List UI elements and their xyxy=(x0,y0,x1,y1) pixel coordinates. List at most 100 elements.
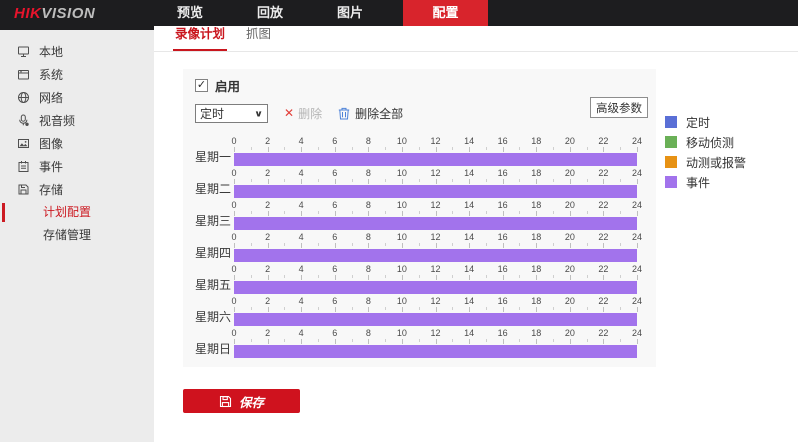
nav-item-4[interactable]: 配置 xyxy=(403,0,488,26)
schedule-row: 星期五024681012141618202224 xyxy=(195,263,648,294)
sidebar-item-2[interactable]: 系统 xyxy=(0,63,154,86)
hour-tick-label: 6 xyxy=(332,200,337,210)
tick xyxy=(419,179,420,182)
hour-tick-label: 10 xyxy=(397,328,407,338)
tick xyxy=(402,243,403,248)
hour-tick-label: 10 xyxy=(397,232,407,242)
save-button[interactable]: 保存 xyxy=(183,389,300,413)
day-label: 星期三 xyxy=(195,199,234,230)
sidebar-item-7[interactable]: 存储 xyxy=(0,178,154,201)
tick-marks xyxy=(234,179,637,184)
tick xyxy=(486,211,487,214)
tick xyxy=(570,147,571,152)
schedule-bar-track[interactable] xyxy=(234,313,637,326)
tick xyxy=(268,307,269,312)
tick xyxy=(402,339,403,344)
hour-tick-label: 20 xyxy=(565,168,575,178)
schedule-bar-track[interactable] xyxy=(234,185,637,198)
sidebar-item-1[interactable]: 本地 xyxy=(0,40,154,63)
schedule-bar-track[interactable] xyxy=(234,281,637,294)
hour-tick-label: 18 xyxy=(531,200,541,210)
hour-tick-label: 16 xyxy=(498,168,508,178)
tick xyxy=(352,179,353,182)
nav-item-3[interactable]: 图片 xyxy=(310,0,390,26)
schedule-segment[interactable] xyxy=(234,153,637,166)
delete-all-button[interactable]: 删除全部 xyxy=(338,105,403,122)
tick xyxy=(603,147,604,152)
hour-ruler: 024681012141618202224 xyxy=(234,231,637,243)
tick xyxy=(419,243,420,246)
tick xyxy=(519,339,520,342)
hour-tick-label: 14 xyxy=(464,264,474,274)
hour-tick-label: 0 xyxy=(231,200,236,210)
sidebar-subitem-2[interactable]: 存储管理 xyxy=(0,224,154,247)
tick xyxy=(553,307,554,310)
tick xyxy=(519,243,520,246)
day-label: 星期四 xyxy=(195,231,234,262)
hour-tick-label: 16 xyxy=(498,328,508,338)
sidebar-item-6[interactable]: 事件 xyxy=(0,155,154,178)
sidebar-item-label: 系统 xyxy=(39,66,63,83)
schedule-segment[interactable] xyxy=(234,345,637,358)
schedule-bar-track[interactable] xyxy=(234,249,637,262)
tick xyxy=(486,275,487,278)
legend-item: 定时 xyxy=(665,112,746,132)
hour-tick-label: 24 xyxy=(632,264,642,274)
schedule-segment[interactable] xyxy=(234,217,637,230)
hour-tick-label: 22 xyxy=(598,168,608,178)
sidebar-item-4[interactable]: 视音频 xyxy=(0,109,154,132)
tick xyxy=(587,179,588,182)
schedule-segment[interactable] xyxy=(234,313,637,326)
tick xyxy=(301,307,302,312)
schedule-bar-track[interactable] xyxy=(234,345,637,358)
tick xyxy=(385,243,386,246)
tab-bar: 录像计划抓图 xyxy=(154,26,798,52)
record-type-select[interactable]: 定时 ∨ xyxy=(195,104,268,123)
tick xyxy=(553,243,554,246)
hour-tick-label: 2 xyxy=(265,168,270,178)
hour-tick-label: 4 xyxy=(299,296,304,306)
weekly-schedule: 星期一024681012141618202224星期二0246810121416… xyxy=(195,135,648,358)
advanced-params-button[interactable]: 高级参数 xyxy=(590,97,648,118)
sidebar-item-3[interactable]: 网络 xyxy=(0,86,154,109)
tick xyxy=(603,211,604,216)
schedule-segment[interactable] xyxy=(234,281,637,294)
schedule-segment[interactable] xyxy=(234,185,637,198)
schedule-bar-track[interactable] xyxy=(234,217,637,230)
hour-tick-label: 8 xyxy=(366,328,371,338)
logo-hik: HIK xyxy=(14,5,41,22)
tick xyxy=(519,275,520,278)
hour-tick-label: 8 xyxy=(366,232,371,242)
tick xyxy=(352,275,353,278)
sidebar-subitem-1[interactable]: 计划配置 xyxy=(0,201,154,224)
schedule-bar-track[interactable] xyxy=(234,153,637,166)
tick xyxy=(402,275,403,280)
tab-1[interactable]: 录像计划 xyxy=(173,23,227,51)
tick xyxy=(486,243,487,246)
tick xyxy=(234,179,235,184)
sidebar-item-5[interactable]: 图像 xyxy=(0,132,154,155)
hour-tick-label: 14 xyxy=(464,200,474,210)
legend-swatch xyxy=(665,116,677,128)
legend-swatch xyxy=(665,156,677,168)
tick xyxy=(284,339,285,342)
tick-marks xyxy=(234,307,637,312)
day-timeline: 024681012141618202224 xyxy=(234,263,637,294)
tick xyxy=(452,275,453,278)
tick xyxy=(335,211,336,216)
delete-button[interactable]: ✕ 删除 xyxy=(284,105,322,122)
hour-tick-label: 18 xyxy=(531,264,541,274)
hour-tick-label: 12 xyxy=(430,232,440,242)
tick xyxy=(352,307,353,310)
hour-tick-label: 22 xyxy=(598,264,608,274)
tick xyxy=(268,179,269,184)
hour-tick-label: 12 xyxy=(430,296,440,306)
tick xyxy=(469,179,470,184)
hour-tick-label: 16 xyxy=(498,296,508,306)
schedule-segment[interactable] xyxy=(234,249,637,262)
enable-checkbox[interactable]: ✓ xyxy=(195,79,208,92)
tick xyxy=(570,179,571,184)
legend-label: 定时 xyxy=(686,114,710,131)
tab-2[interactable]: 抓图 xyxy=(244,23,273,51)
tick xyxy=(503,275,504,280)
